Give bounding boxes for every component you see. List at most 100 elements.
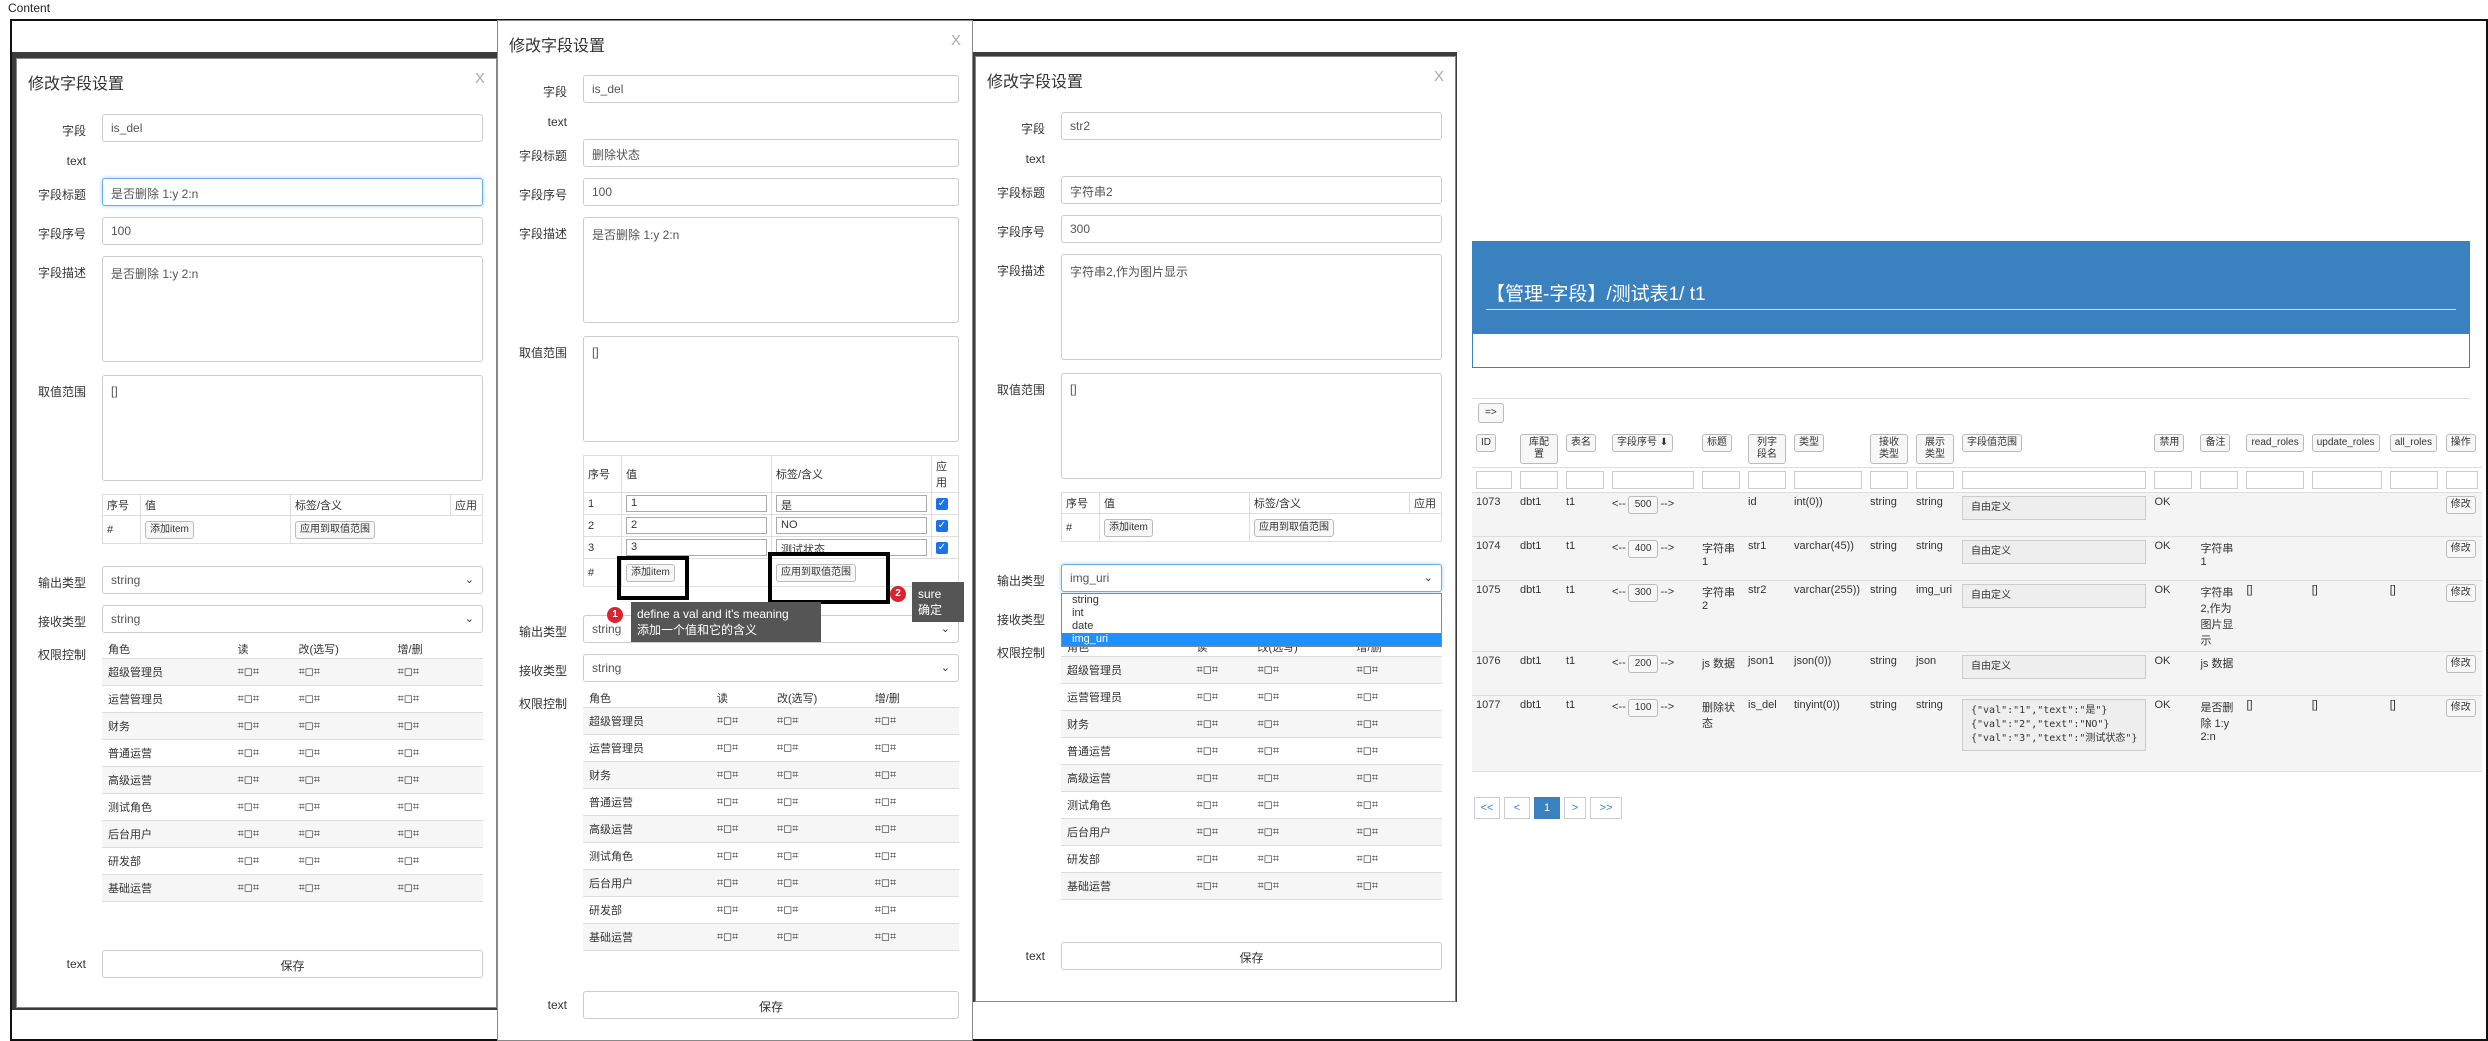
label-input[interactable]: 是	[776, 495, 927, 512]
permission-toggle[interactable]: ⌗◻⌗	[1190, 656, 1252, 684]
seq-decrease[interactable]: <--	[1612, 498, 1626, 510]
arrow-button[interactable]: =>	[1478, 403, 1504, 423]
filter-input[interactable]	[1870, 471, 1908, 489]
permission-toggle[interactable]: ⌗◻⌗	[292, 793, 392, 821]
permission-toggle[interactable]: ⌗◻⌗	[770, 761, 869, 789]
permission-toggle[interactable]: ⌗◻⌗	[231, 658, 293, 686]
permission-toggle[interactable]: ⌗◻⌗	[1190, 710, 1252, 738]
seq-value[interactable]: 400	[1627, 540, 1659, 558]
range-textarea[interactable]: []	[102, 375, 483, 481]
permission-toggle[interactable]: ⌗◻⌗	[1251, 845, 1351, 873]
permission-toggle[interactable]: ⌗◻⌗	[1251, 737, 1351, 765]
permission-toggle[interactable]: ⌗◻⌗	[710, 788, 771, 816]
desc-textarea[interactable]: 字符串2,作为图片显示	[1061, 254, 1442, 360]
title-input[interactable]: 删除状态	[583, 139, 959, 167]
permission-toggle[interactable]: ⌗◻⌗	[391, 685, 483, 713]
seq-increase[interactable]: -->	[1660, 701, 1674, 713]
filter-input[interactable]	[2246, 471, 2304, 489]
apply-to-range-button[interactable]: 应用到取值范围	[295, 520, 375, 539]
filter-input[interactable]	[2311, 471, 2382, 489]
permission-toggle[interactable]: ⌗◻⌗	[1251, 683, 1351, 711]
seq-increase[interactable]: -->	[1660, 657, 1674, 669]
permission-toggle[interactable]: ⌗◻⌗	[770, 788, 869, 816]
permission-toggle[interactable]: ⌗◻⌗	[868, 734, 959, 762]
filter-input[interactable]	[2200, 471, 2239, 489]
sort-header-button[interactable]: 列字段名	[1748, 434, 1786, 464]
seq-increase[interactable]: -->	[1660, 542, 1674, 554]
dropdown-option[interactable]: img_uri	[1062, 633, 1441, 646]
sort-header-button[interactable]: 标题	[1702, 434, 1732, 452]
filter-input[interactable]	[2389, 471, 2438, 489]
permission-toggle[interactable]: ⌗◻⌗	[710, 869, 771, 897]
permission-toggle[interactable]: ⌗◻⌗	[770, 815, 869, 843]
pager-button[interactable]: <	[1504, 797, 1530, 819]
sort-header-button[interactable]: 禁用	[2154, 434, 2185, 452]
permission-toggle[interactable]: ⌗◻⌗	[868, 761, 959, 789]
pager-button[interactable]: >	[1564, 797, 1586, 819]
add-item-button[interactable]: 添加item	[1104, 518, 1153, 537]
edit-button[interactable]: 修改	[2445, 540, 2476, 558]
input-type-select[interactable]: string ⌄	[102, 605, 483, 633]
value-input[interactable]: 2	[626, 517, 767, 534]
permission-toggle[interactable]: ⌗◻⌗	[1350, 764, 1442, 792]
field-input[interactable]: is_del	[583, 75, 959, 103]
filter-input[interactable]	[1794, 471, 1862, 489]
permission-toggle[interactable]: ⌗◻⌗	[231, 685, 293, 713]
seq-input[interactable]: 300	[1061, 215, 1442, 243]
permission-toggle[interactable]: ⌗◻⌗	[1251, 764, 1351, 792]
permission-toggle[interactable]: ⌗◻⌗	[391, 820, 483, 848]
dropdown-option[interactable]: date	[1062, 620, 1441, 633]
add-item-button[interactable]: 添加item	[145, 520, 194, 539]
permission-toggle[interactable]: ⌗◻⌗	[710, 707, 771, 735]
permission-toggle[interactable]: ⌗◻⌗	[1251, 791, 1351, 819]
permission-toggle[interactable]: ⌗◻⌗	[292, 658, 392, 686]
sort-header-button[interactable]: 接收类型	[1870, 434, 1908, 464]
sort-header-button[interactable]: 备注	[2200, 434, 2231, 452]
permission-toggle[interactable]: ⌗◻⌗	[1190, 845, 1252, 873]
filter-input[interactable]	[1962, 471, 2147, 489]
edit-button[interactable]: 修改	[2445, 584, 2476, 602]
filter-input[interactable]	[1748, 471, 1786, 489]
filter-input[interactable]	[2154, 471, 2193, 489]
filter-input[interactable]	[1566, 471, 1604, 489]
permission-toggle[interactable]: ⌗◻⌗	[231, 766, 293, 794]
filter-input[interactable]	[1520, 471, 1558, 489]
field-input[interactable]: is_del	[102, 114, 483, 142]
permission-toggle[interactable]: ⌗◻⌗	[1190, 818, 1252, 846]
sort-header-button[interactable]: all_roles	[2389, 434, 2437, 452]
permission-toggle[interactable]: ⌗◻⌗	[710, 815, 771, 843]
permission-toggle[interactable]: ⌗◻⌗	[1350, 818, 1442, 846]
pager-button[interactable]: >>	[1590, 797, 1622, 819]
range-textarea[interactable]: []	[583, 336, 959, 442]
permission-toggle[interactable]: ⌗◻⌗	[868, 842, 959, 870]
seq-decrease[interactable]: <--	[1612, 586, 1626, 598]
pager-button[interactable]: 1	[1534, 797, 1560, 819]
permission-toggle[interactable]: ⌗◻⌗	[231, 793, 293, 821]
seq-increase[interactable]: -->	[1660, 586, 1674, 598]
permission-toggle[interactable]: ⌗◻⌗	[1251, 656, 1351, 684]
filter-input[interactable]	[1612, 471, 1694, 489]
permission-toggle[interactable]: ⌗◻⌗	[770, 734, 869, 762]
dropdown-option[interactable]: string	[1062, 594, 1441, 607]
edit-button[interactable]: 修改	[2445, 655, 2476, 673]
title-input[interactable]: 是否删除 1:y 2:n	[102, 178, 483, 206]
permission-toggle[interactable]: ⌗◻⌗	[391, 739, 483, 767]
permission-toggle[interactable]: ⌗◻⌗	[1190, 683, 1252, 711]
permission-toggle[interactable]: ⌗◻⌗	[292, 712, 392, 740]
permission-toggle[interactable]: ⌗◻⌗	[1251, 710, 1351, 738]
permission-toggle[interactable]: ⌗◻⌗	[868, 788, 959, 816]
permission-toggle[interactable]: ⌗◻⌗	[391, 766, 483, 794]
seq-value[interactable]: 500	[1627, 496, 1659, 514]
desc-textarea[interactable]: 是否删除 1:y 2:n	[102, 256, 483, 362]
permission-toggle[interactable]: ⌗◻⌗	[1350, 710, 1442, 738]
dropdown-option[interactable]: int	[1062, 607, 1441, 620]
apply-checkbox[interactable]: ✓	[936, 520, 948, 532]
filter-input[interactable]	[2445, 471, 2478, 489]
seq-input[interactable]: 100	[583, 178, 959, 206]
permission-toggle[interactable]: ⌗◻⌗	[710, 734, 771, 762]
label-input[interactable]: NO	[776, 517, 927, 534]
sort-header-button[interactable]: 表名	[1566, 434, 1596, 452]
value-input[interactable]: 1	[626, 495, 767, 512]
filter-input[interactable]	[1476, 471, 1512, 489]
permission-toggle[interactable]: ⌗◻⌗	[770, 707, 869, 735]
